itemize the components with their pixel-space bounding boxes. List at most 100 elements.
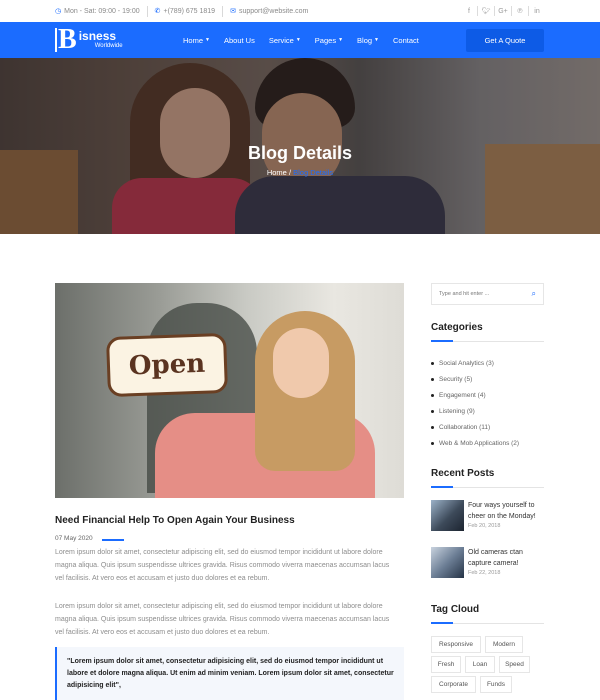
- nav-item-about[interactable]: About Us: [224, 36, 255, 45]
- linkedin-icon[interactable]: in: [529, 8, 545, 15]
- tag-item[interactable]: Fresh: [431, 656, 461, 673]
- search-icon[interactable]: ⌕: [532, 289, 536, 299]
- chevron-down-icon: ▼: [374, 37, 379, 43]
- recent-post-thumbnail[interactable]: [431, 500, 464, 531]
- heading-accent: [431, 486, 453, 488]
- divider: [146, 5, 148, 17]
- tag-item[interactable]: Corporate: [431, 676, 476, 693]
- category-item[interactable]: Collaboration (11): [431, 419, 519, 435]
- post-paragraph: Lorem ipsum dolor sit amet, consectetur …: [55, 603, 390, 636]
- phone-text: +(789) 675 1819: [163, 7, 216, 15]
- page-title: Blog Details: [247, 143, 353, 163]
- recent-post-info: Old cameras ctan capture camera! Feb 22,…: [468, 547, 544, 578]
- category-item[interactable]: Social Analytics (3): [431, 355, 519, 371]
- tag-item[interactable]: Speed: [499, 656, 530, 673]
- tag-cloud-heading: Tag Cloud: [431, 604, 480, 615]
- bullet: [431, 393, 434, 397]
- recent-post-date: Feb 22, 2018: [468, 570, 501, 576]
- nav-label: Blog: [357, 35, 373, 45]
- get-quote-button[interactable]: Get A Quote: [466, 29, 544, 52]
- recent-post-title[interactable]: Old cameras ctan capture camera!: [468, 547, 544, 569]
- phone-item[interactable]: ✆ +(789) 675 1819: [154, 7, 216, 16]
- recent-post-title[interactable]: Four ways yourself to cheer on the Monda…: [468, 500, 544, 522]
- hours-item: ◷ Mon - Sat: 09:00 - 19:00: [55, 7, 140, 16]
- pinterest-icon[interactable]: ℗: [512, 8, 528, 15]
- recent-post-item[interactable]: Four ways yourself to cheer on the Monda…: [431, 500, 544, 531]
- bullet: [431, 361, 434, 365]
- email-icon: ✉: [230, 8, 236, 15]
- categories-heading: Categories: [431, 322, 483, 333]
- bullet: [431, 425, 434, 429]
- main-navbar: B isness Worldwide Home ▼ About Us Servic…: [0, 22, 600, 58]
- recent-post-thumbnail[interactable]: [431, 547, 464, 578]
- heading-rule: [431, 622, 544, 624]
- category-label: Web & Mob Applications (2): [439, 439, 520, 447]
- breadcrumb-current: Blog Details: [293, 168, 334, 177]
- recent-posts-heading: Recent Posts: [431, 468, 495, 479]
- nav-item-blog[interactable]: Blog ▼: [357, 36, 379, 45]
- breadcrumb-home[interactable]: Home: [267, 168, 287, 177]
- nav-label: Home: [183, 35, 204, 45]
- category-label: Security (5): [439, 375, 473, 383]
- post-featured-image: Open: [55, 283, 404, 498]
- twitter-icon[interactable]: 🐦︎: [478, 7, 494, 15]
- category-list: Social Analytics (3) Security (5) Engage…: [431, 355, 519, 451]
- nav-menu: Home ▼ About Us Service ▼ Pages ▼ Blog ▼ Con…: [183, 22, 419, 58]
- page-hero: Blog Details Home / Blog Details: [0, 58, 600, 234]
- email-text: support@website.com: [238, 7, 309, 15]
- category-item[interactable]: Listening (9): [431, 403, 519, 419]
- tag-item[interactable]: Modern: [485, 636, 523, 653]
- category-label: Engagement (4): [439, 391, 486, 399]
- recent-post-info: Four ways yourself to cheer on the Monda…: [468, 500, 544, 531]
- google-plus-icon[interactable]: G+: [495, 8, 511, 15]
- logo-text: isness Worldwide: [79, 30, 123, 50]
- nav-label: Contact: [393, 35, 419, 45]
- open-sign: Open: [105, 332, 229, 398]
- nav-label: About Us: [223, 35, 255, 45]
- category-label: Social Analytics (3): [439, 359, 494, 367]
- nav-item-service[interactable]: Service ▼: [269, 36, 301, 45]
- tag-item[interactable]: Loan: [465, 656, 495, 673]
- nav-item-home[interactable]: Home ▼: [183, 36, 210, 45]
- divider: [222, 5, 224, 17]
- logo-tagline: Worldwide: [94, 43, 123, 49]
- recent-post-item[interactable]: Old cameras ctan capture camera! Feb 22,…: [431, 547, 544, 578]
- nav-label: Pages: [314, 35, 337, 45]
- top-info-bar: ◷ Mon - Sat: 09:00 - 19:00 ✆ +(789) 675 …: [0, 0, 600, 22]
- heading-accent: [431, 340, 453, 342]
- tag-item[interactable]: Funds: [480, 676, 512, 693]
- bullet: [431, 377, 434, 381]
- logo-name: isness: [78, 29, 117, 43]
- chevron-down-icon: ▼: [338, 37, 344, 43]
- email-item[interactable]: ✉ support@website.com: [230, 7, 309, 16]
- heading-rule: [431, 486, 544, 488]
- category-item[interactable]: Security (5): [431, 371, 519, 387]
- breadcrumb: Home / Blog Details: [0, 168, 600, 177]
- bullet: [431, 441, 434, 445]
- category-label: Listening (9): [439, 407, 475, 415]
- date-underline: [102, 539, 124, 541]
- clock-icon: ◷: [55, 8, 62, 15]
- chevron-down-icon: ▼: [205, 37, 210, 43]
- recent-post-date: Feb 20, 2018: [468, 523, 501, 529]
- nav-item-pages[interactable]: Pages ▼: [315, 36, 343, 45]
- nav-item-contact[interactable]: Contact: [393, 36, 419, 45]
- hours-text: Mon - Sat: 09:00 - 19:00: [64, 7, 140, 15]
- bullet: [431, 409, 434, 413]
- heading-accent: [431, 622, 453, 624]
- tag-item[interactable]: Responsive: [431, 636, 481, 653]
- nav-label: Service: [268, 35, 294, 45]
- phone-icon: ✆: [154, 8, 161, 15]
- search-input[interactable]: [439, 291, 524, 297]
- logo-letter: B: [55, 26, 77, 54]
- main-content: Open Need Financial Help To Open Again Y…: [0, 234, 600, 700]
- category-item[interactable]: Web & Mob Applications (2): [431, 435, 519, 451]
- social-links: f 🐦︎ G+ ℗ in: [461, 6, 545, 16]
- facebook-icon[interactable]: f: [461, 8, 477, 15]
- post-paragraph: Lorem ipsum dolor sit amet, consectetur …: [55, 549, 390, 582]
- brand-logo[interactable]: B isness Worldwide: [55, 26, 123, 54]
- post-image-shape: [273, 328, 329, 398]
- sidebar-search: ⌕: [431, 283, 544, 305]
- breadcrumb-separator: /: [288, 168, 292, 177]
- category-item[interactable]: Engagement (4): [431, 387, 519, 403]
